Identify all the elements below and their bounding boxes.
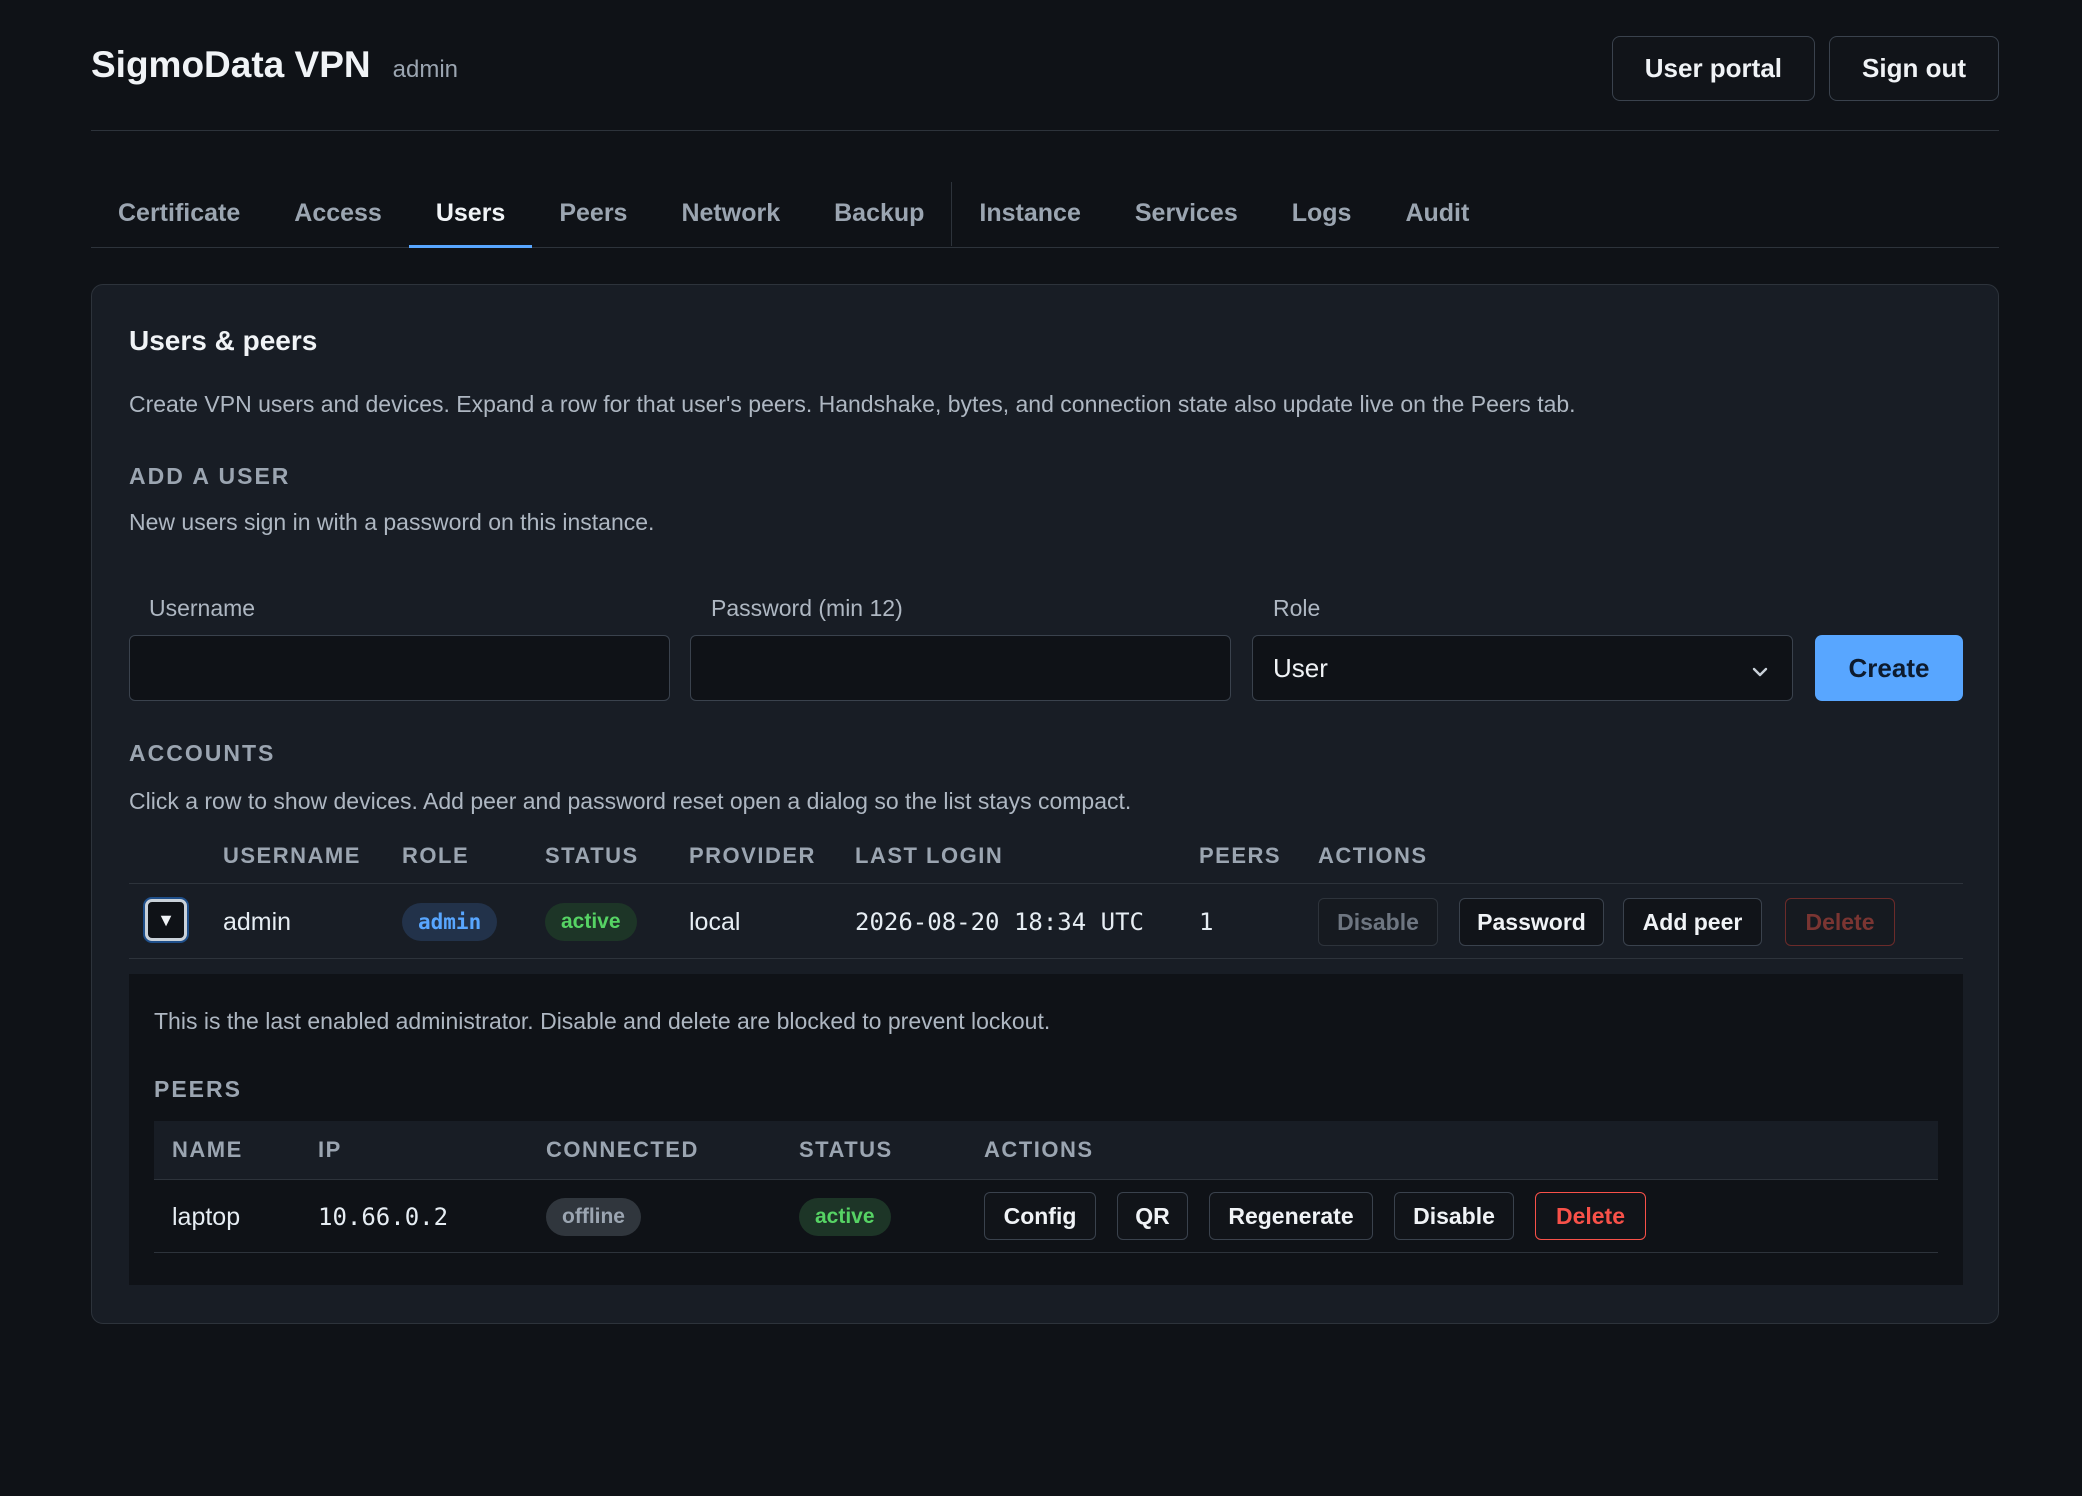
- peer-ip: 10.66.0.2: [318, 1203, 449, 1231]
- column-name: NAME: [172, 1137, 243, 1162]
- peer-connected: offline: [546, 1180, 641, 1254]
- tab-services[interactable]: Services: [1108, 180, 1265, 247]
- peer-status: active: [799, 1180, 891, 1254]
- column-connected: CONNECTED: [546, 1137, 699, 1162]
- lockout-note: This is the last enabled administrator. …: [154, 1008, 1051, 1034]
- row-provider: local: [689, 907, 741, 936]
- chevron-down-icon: [1750, 658, 1770, 689]
- column-ip: IP: [318, 1137, 342, 1162]
- card-title: Users & peers: [129, 325, 318, 356]
- row-last-login: 2026-08-20 18:34 UTC: [855, 908, 1144, 936]
- column-peer-actions: ACTIONS: [984, 1137, 1094, 1162]
- role-select[interactable]: User: [1252, 635, 1793, 701]
- table-row[interactable]: ▼ admin admin active local 2026-08-20 18…: [129, 883, 1963, 959]
- username-input[interactable]: [129, 635, 670, 701]
- main-tabs: Certificate Access Users Peers Network B…: [91, 180, 1999, 248]
- tab-logs[interactable]: Logs: [1265, 180, 1379, 247]
- peer-status-badge: active: [799, 1198, 891, 1236]
- column-peer-status: STATUS: [799, 1137, 893, 1162]
- add-user-heading: ADD A USER: [129, 463, 291, 489]
- tab-backup[interactable]: Backup: [807, 180, 951, 247]
- triangle-down-icon: ▼: [157, 909, 175, 930]
- create-user-button[interactable]: Create: [1815, 635, 1963, 701]
- user-portal-button[interactable]: User portal: [1611, 36, 1816, 101]
- row-status: active: [545, 884, 637, 960]
- connection-badge: offline: [546, 1198, 641, 1236]
- column-username: USERNAME: [223, 843, 361, 868]
- tab-instance[interactable]: Instance: [952, 180, 1107, 247]
- column-last-login: LAST LOGIN: [855, 843, 1004, 868]
- password-input[interactable]: [690, 635, 1231, 701]
- tab-peers[interactable]: Peers: [532, 180, 654, 247]
- card-description: Create VPN users and devices. Expand a r…: [129, 391, 1576, 417]
- role-select-value: User: [1273, 652, 1328, 683]
- tab-users[interactable]: Users: [408, 180, 533, 248]
- row-role: admin: [402, 884, 498, 960]
- app-header: SigmoData VPN admin User portal Sign out: [91, 36, 1999, 131]
- current-role: admin: [392, 56, 458, 83]
- password-label: Password (min 12): [711, 595, 903, 621]
- header-actions: User portal Sign out: [1611, 36, 1999, 101]
- sign-out-button[interactable]: Sign out: [1829, 36, 1999, 101]
- tab-certificate[interactable]: Certificate: [91, 180, 267, 247]
- peer-delete-button[interactable]: Delete: [1535, 1192, 1646, 1240]
- peer-qr-button[interactable]: QR: [1117, 1192, 1188, 1240]
- role-badge: admin: [402, 903, 498, 941]
- tab-access[interactable]: Access: [267, 180, 409, 247]
- reset-password-button[interactable]: Password: [1459, 898, 1604, 946]
- users-card: Users & peers Create VPN users and devic…: [91, 284, 1999, 1324]
- disable-user-button[interactable]: Disable: [1318, 898, 1438, 946]
- expanded-user-panel: This is the last enabled administrator. …: [129, 974, 1963, 1285]
- add-peer-button[interactable]: Add peer: [1623, 898, 1762, 946]
- row-username: admin: [223, 907, 292, 936]
- column-status: STATUS: [545, 843, 639, 868]
- tab-audit[interactable]: Audit: [1378, 180, 1496, 247]
- tab-network[interactable]: Network: [654, 180, 807, 247]
- username-label: Username: [149, 595, 256, 621]
- peer-disable-button[interactable]: Disable: [1394, 1192, 1514, 1240]
- brand: SigmoData VPN admin: [91, 44, 458, 86]
- peer-name: laptop: [172, 1202, 241, 1231]
- column-peers: PEERS: [1199, 843, 1282, 868]
- peer-row: laptop 10.66.0.2 offline active Config Q…: [154, 1179, 1938, 1253]
- column-actions: ACTIONS: [1318, 843, 1428, 868]
- peers-table-header: NAME IP CONNECTED STATUS ACTIONS: [154, 1121, 1938, 1179]
- accounts-heading: ACCOUNTS: [129, 740, 276, 766]
- column-provider: PROVIDER: [689, 843, 816, 868]
- add-user-description: New users sign in with a password on thi…: [129, 509, 655, 535]
- row-peers-count: 1: [1199, 908, 1214, 936]
- peer-config-button[interactable]: Config: [984, 1192, 1096, 1240]
- peer-regenerate-button[interactable]: Regenerate: [1209, 1192, 1373, 1240]
- expand-toggle[interactable]: ▼: [145, 899, 187, 941]
- column-role: ROLE: [402, 843, 470, 868]
- role-label: Role: [1273, 595, 1321, 621]
- peers-heading: PEERS: [154, 1076, 242, 1102]
- status-badge: active: [545, 903, 637, 941]
- delete-user-button[interactable]: Delete: [1785, 898, 1895, 946]
- app-title: SigmoData VPN: [91, 44, 371, 85]
- accounts-description: Click a row to show devices. Add peer an…: [129, 788, 1132, 814]
